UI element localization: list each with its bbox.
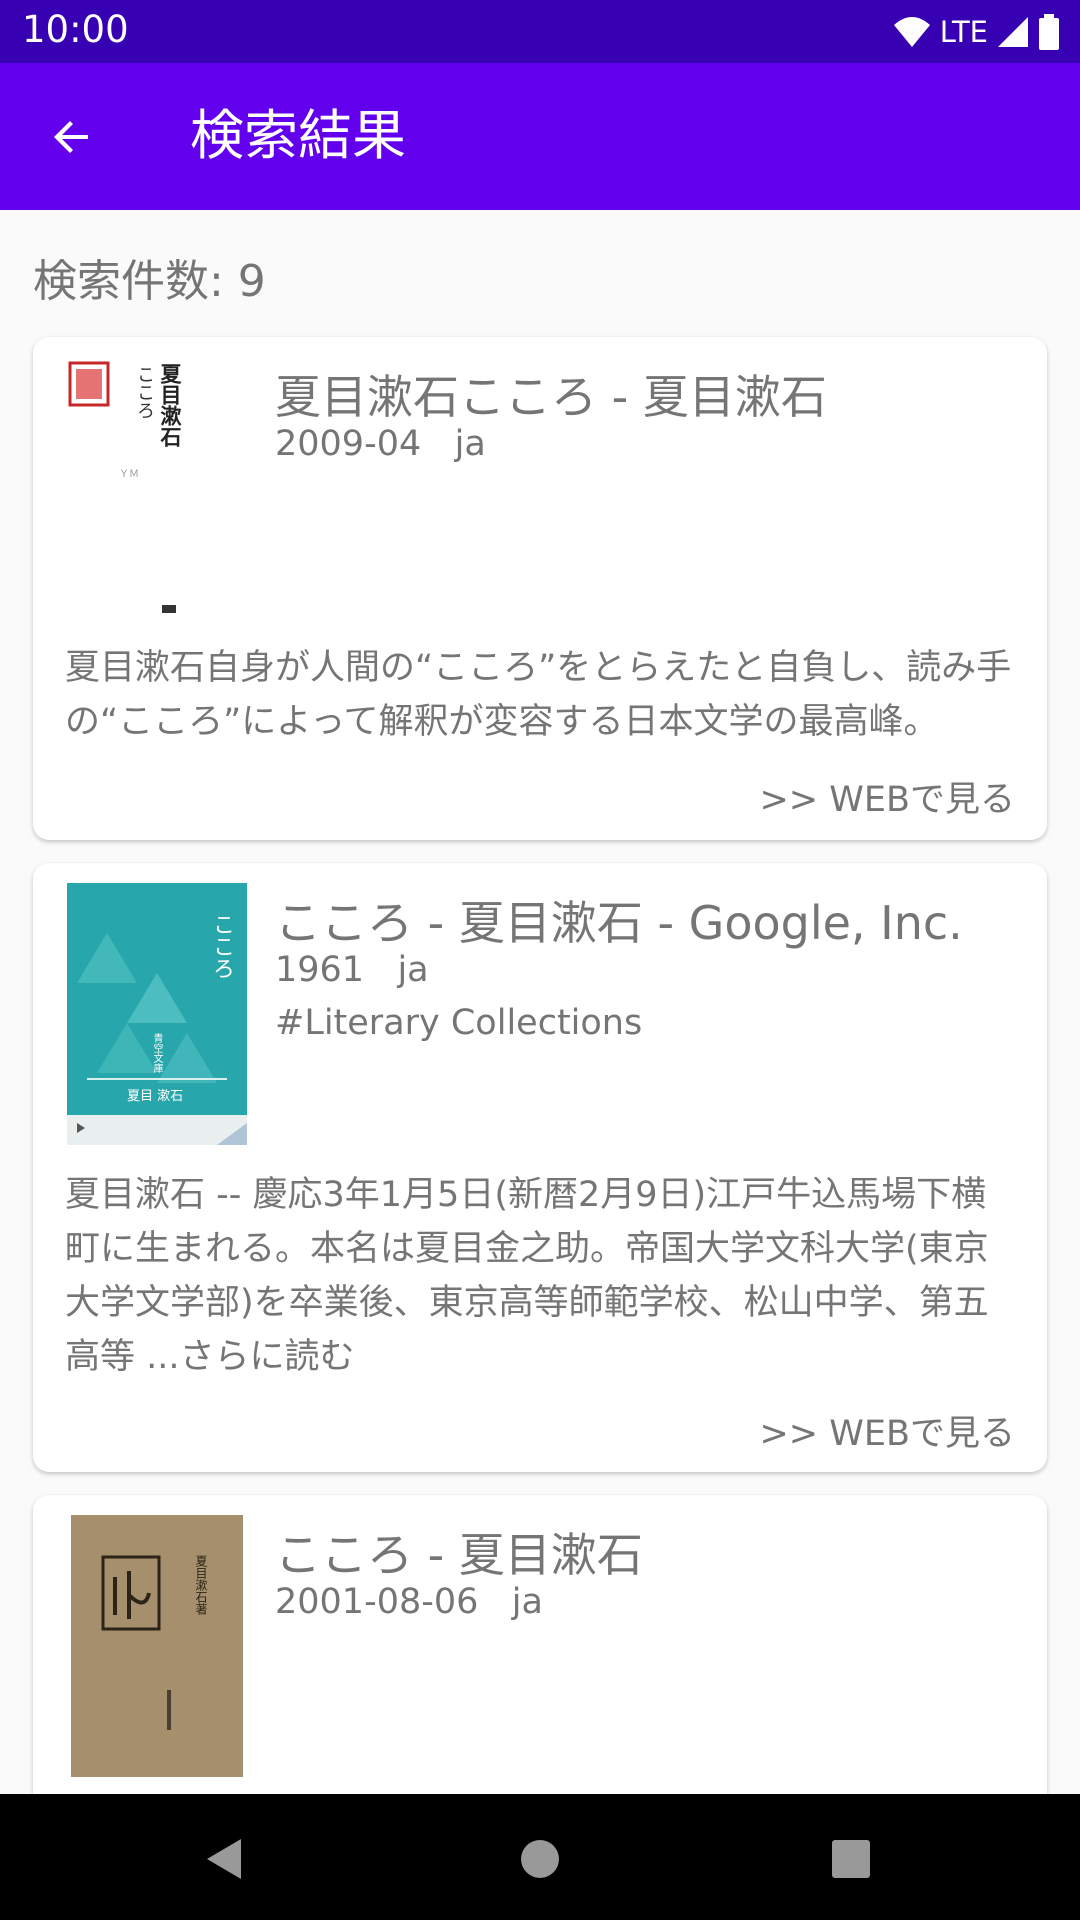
arrow-back-icon <box>54 121 88 153</box>
book-cover-image: ＹＭ 夏目漱石 こころ <box>67 357 247 619</box>
book-cover-image: こころ 青空文庫 夏目 漱石 <box>67 883 247 1145</box>
result-card[interactable]: ＹＭ 夏目漱石 こころ 夏目漱石こころ - 夏目漱石 2009-04 ja 夏目… <box>33 337 1047 840</box>
back-button[interactable] <box>40 105 104 169</box>
battery-icon <box>1039 14 1059 50</box>
triangle-back-icon <box>207 1839 241 1879</box>
book-title: 夏目漱石こころ - 夏目漱石 <box>275 370 827 424</box>
status-bar: 10:00 LTE <box>0 0 1080 63</box>
book-cover-image: 夏目漱石著 <box>71 1515 243 1777</box>
book-category: #Literary Collections <box>275 1003 643 1043</box>
book-title: こころ - 夏目漱石 - Google, Inc. <box>275 896 963 950</box>
square-recents-icon <box>832 1840 870 1878</box>
cover-title: こころ <box>209 913 234 979</box>
nav-recents-button[interactable] <box>824 1832 878 1886</box>
nav-back-button[interactable] <box>198 1832 252 1886</box>
result-card[interactable]: こころ 青空文庫 夏目 漱石 こころ - 夏目漱石 - Google, Inc.… <box>33 863 1047 1472</box>
book-title: こころ - 夏目漱石 <box>275 1528 643 1582</box>
circle-home-icon <box>521 1840 559 1878</box>
cover-author: 夏目 漱石 <box>127 1089 184 1104</box>
result-card[interactable]: 夏目漱石著 こころ - 夏目漱石 2001-08-06 ja <box>33 1495 1047 1825</box>
wifi-icon <box>893 17 930 47</box>
cover-title: 夏目漱石著 <box>194 1555 208 1615</box>
view-web-link[interactable]: >> WEBで見る <box>759 771 1015 822</box>
book-meta: 1961 ja <box>275 950 429 990</box>
cell-signal-icon <box>998 17 1028 47</box>
system-nav-bar <box>0 1794 1080 1920</box>
status-time: 10:00 <box>22 8 129 51</box>
cover-art <box>71 1515 243 1777</box>
svg-text:ＹＭ: ＹＭ <box>119 469 139 480</box>
status-icons: LTE <box>892 14 1060 50</box>
book-description: 夏目漱石 -- 慶応3年1月5日(新暦2月9日)江戸牛込馬場下横町に生まれる。本… <box>65 1175 989 1377</box>
result-count: 検索件数: 9 <box>33 256 266 307</box>
network-type-label: LTE <box>939 15 988 49</box>
cover-series: 青空文庫 <box>151 1033 162 1073</box>
book-meta: 2001-08-06 ja <box>275 1582 543 1622</box>
cover-title: 夏目漱石 <box>158 363 183 447</box>
cover-subtitle: こころ <box>134 365 155 419</box>
book-meta: 2009-04 ja <box>275 424 486 464</box>
page-title: 検索結果 <box>190 104 406 167</box>
nav-home-button[interactable] <box>513 1832 567 1886</box>
view-web-link[interactable]: >> WEBで見る <box>759 1405 1015 1456</box>
app-bar: 検索結果 <box>0 63 1080 210</box>
book-description: 夏目漱石自身が人間の“こころ”をとらえたと自負し、読み手の“こころ”によって解釈… <box>65 648 1012 742</box>
